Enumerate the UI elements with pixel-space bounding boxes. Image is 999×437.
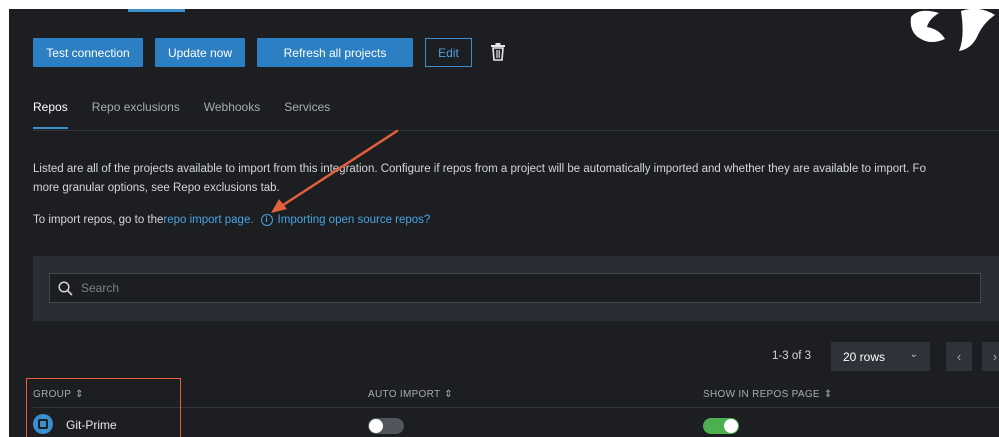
rows-per-page-value: 20 rows <box>843 349 886 364</box>
test-connection-button[interactable]: Test connection <box>33 38 143 67</box>
update-now-button[interactable]: Update now <box>155 38 245 67</box>
description-line-2: more granular options, see Repo exclusio… <box>33 182 280 194</box>
chevron-down-icon: ⌄ <box>909 349 918 360</box>
column-header-show-in-repos-page[interactable]: SHOW IN REPOS PAGE ⇕ <box>703 389 833 400</box>
column-header-auto-import-label: AUTO IMPORT <box>368 389 441 400</box>
importing-open-source-link[interactable]: Importing open source repos? <box>278 214 431 226</box>
auto-import-toggle[interactable] <box>368 418 404 434</box>
tab-divider <box>33 130 999 131</box>
page-count: 1-3 of 3 <box>772 350 811 362</box>
info-icon: i <box>260 214 273 226</box>
search-box[interactable] <box>49 273 981 303</box>
import-prefix-text: To import repos, go to the <box>33 214 164 226</box>
repo-import-page-link[interactable]: repo import page. <box>163 214 253 226</box>
tab-webhooks[interactable]: Webhooks <box>204 100 260 114</box>
column-header-auto-import[interactable]: AUTO IMPORT ⇕ <box>368 389 453 400</box>
sort-icon: ⇕ <box>823 389 833 400</box>
top-tab-indicator <box>128 9 185 12</box>
prev-page-button[interactable]: ‹ <box>946 342 972 371</box>
integration-panel: Test connection Update now Refresh all p… <box>9 9 999 437</box>
description-line-1: Listed are all of the projects available… <box>33 163 926 175</box>
search-panel <box>33 256 999 321</box>
pagination-bar: 1-3 of 3 20 rows ⌄ ‹ › <box>9 342 999 372</box>
description-text: Listed are all of the projects available… <box>33 160 999 198</box>
column-header-show-in-repos-page-label: SHOW IN REPOS PAGE <box>703 389 820 400</box>
refresh-all-projects-button[interactable]: Refresh all projects <box>257 38 413 67</box>
search-icon <box>58 280 73 296</box>
tab-repos[interactable]: Repos <box>33 100 68 129</box>
rows-per-page-select[interactable]: 20 rows ⌄ <box>831 342 930 371</box>
search-input[interactable] <box>81 281 481 295</box>
tab-bar: Repos Repo exclusions Webhooks Services <box>33 100 354 129</box>
tab-repo-exclusions[interactable]: Repo exclusions <box>92 100 180 114</box>
edit-button[interactable]: Edit <box>425 38 472 67</box>
show-in-repos-page-toggle[interactable] <box>703 418 739 434</box>
import-instructions: To import repos, go to the repo import p… <box>33 214 430 226</box>
tab-services[interactable]: Services <box>284 100 330 114</box>
brand-logo <box>910 9 995 51</box>
annotation-highlight-box <box>26 378 181 437</box>
next-page-button[interactable]: › <box>982 342 999 371</box>
trash-icon[interactable] <box>490 43 506 61</box>
sort-icon: ⇕ <box>444 389 454 400</box>
